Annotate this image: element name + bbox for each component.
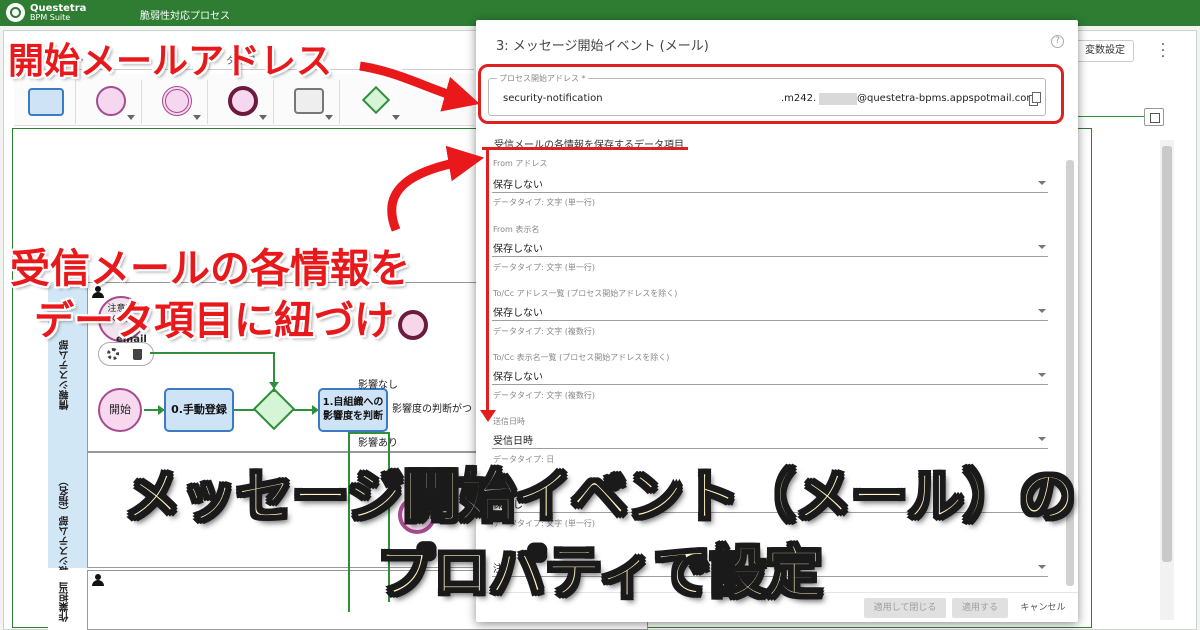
logo-title: Questetra	[30, 2, 87, 14]
field-hint: データタイプ: 文字 (単一行)	[493, 263, 596, 272]
chevron-down-icon[interactable]	[1038, 309, 1046, 313]
divider	[1078, 116, 1144, 117]
more-menu-icon[interactable]: · · ·	[1159, 38, 1167, 64]
select-underline	[492, 448, 1048, 449]
lane-title-1: 情報システム部	[60, 340, 71, 410]
logo-icon	[6, 3, 25, 22]
task-impact-judgement[interactable]: 1.自組織への影響度を判断	[318, 388, 388, 432]
help-icon[interactable]: ?	[1051, 35, 1064, 48]
select-underline	[492, 256, 1048, 257]
select-to-cc-name[interactable]: 保存しない	[493, 368, 543, 383]
flow-label-unknown: 影響度の判断がつ	[392, 404, 472, 415]
chevron-down-icon	[392, 115, 400, 120]
field-label-from-address: From アドレス	[493, 159, 548, 168]
end-event[interactable]	[398, 310, 428, 340]
chevron-down-icon	[127, 115, 135, 120]
palette-gateway[interactable]	[344, 80, 406, 124]
chevron-down-icon	[325, 115, 333, 120]
bracket-line	[486, 147, 489, 413]
trash-icon[interactable]	[133, 349, 142, 360]
logo-subtitle: BPM Suite	[30, 12, 71, 22]
chevron-down-icon[interactable]	[1038, 373, 1046, 377]
select-to-cc-address[interactable]: 保存しない	[493, 304, 543, 319]
flow-label-no-impact: 影響なし	[358, 380, 398, 391]
field-hint: データタイプ: 文字 (単一行)	[493, 198, 596, 207]
palette-subprocess[interactable]	[278, 80, 340, 124]
select-from-address[interactable]: 保存しない	[493, 176, 543, 191]
select-from-name[interactable]: 保存しない	[493, 240, 543, 255]
questetra-logo[interactable]: Questetra BPM Suite	[6, 3, 86, 22]
field-hint: データタイプ: 文字 (複数行)	[493, 327, 596, 336]
gear-icon[interactable]	[107, 348, 119, 360]
subprocess-icon	[294, 88, 324, 114]
caption-line2: プロパティで設定	[377, 540, 824, 607]
chevron-down-icon	[193, 115, 201, 120]
field-label-sent-date: 送信日時	[493, 417, 525, 426]
caption-line1: メッセージ開始イベント（メール）の	[124, 464, 1077, 531]
dialog-title: 3: メッセージ開始イベント (メール)	[496, 39, 709, 54]
intermediate-event-icon	[162, 86, 192, 116]
process-name: 脆弱性対応プロセス	[140, 11, 230, 22]
palette-intermediate-event[interactable]	[146, 80, 208, 124]
start-event-icon	[96, 86, 126, 116]
field-hint: データタイプ: 文字 (複数行)	[493, 391, 596, 400]
field-label-from-name: From 表示名	[493, 225, 540, 234]
select-underline	[492, 384, 1048, 385]
task-shape-icon	[28, 88, 64, 116]
sequence-flow	[150, 352, 274, 354]
field-label-to-cc-address: To/Cc アドレス一覧 (プロセス開始アドレスを除く)	[493, 289, 678, 298]
chevron-down-icon[interactable]	[1038, 245, 1046, 249]
select-sent-date[interactable]: 受信日時	[493, 432, 533, 447]
gateway-icon	[361, 85, 391, 115]
variable-settings-button[interactable]: 変数設定	[1076, 40, 1134, 62]
start-event[interactable]: 開始	[98, 388, 142, 432]
end-event-icon	[228, 86, 258, 116]
select-underline	[492, 192, 1048, 193]
select-underline	[492, 320, 1048, 321]
expand-icon[interactable]	[1144, 108, 1164, 126]
chevron-down-icon[interactable]	[1038, 437, 1046, 441]
palette-end-event[interactable]	[212, 80, 274, 124]
chevron-down-icon[interactable]	[1038, 181, 1046, 185]
arrow-down-icon	[480, 410, 496, 422]
flow-label-impact: 影響あり	[358, 438, 398, 449]
section-underline	[482, 147, 688, 150]
highlight-box	[478, 64, 1064, 124]
sequence-flow	[348, 432, 388, 434]
palette-start-event[interactable]	[80, 80, 142, 124]
annotation-mapping-line1: 受信メールの各情報を	[10, 246, 410, 292]
task-manual-register[interactable]: 0.手動登録	[164, 388, 234, 432]
arrow-icon	[269, 382, 279, 389]
field-label-to-cc-name: To/Cc 表示名一覧 (プロセス開始アドレスを除く)	[493, 353, 670, 362]
annotation-mapping-line2: データ項目に紐づけ	[34, 298, 394, 344]
chevron-down-icon	[259, 115, 267, 120]
palette-task[interactable]	[14, 80, 76, 124]
annotation-start-address: 開始メールアドレス	[8, 41, 333, 82]
